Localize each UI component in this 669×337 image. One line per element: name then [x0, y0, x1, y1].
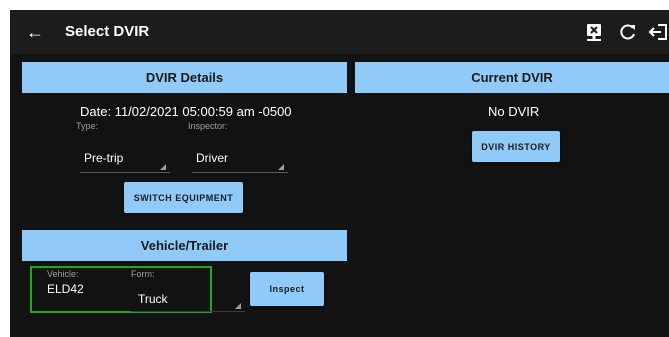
type-dropdown[interactable]: Pre-trip	[80, 147, 170, 173]
dropdown-arrow-icon	[160, 164, 166, 170]
current-dvir-header: Current DVIR	[355, 62, 669, 93]
inspect-button[interactable]: Inspect	[250, 272, 324, 306]
vehicle-label: Vehicle:	[47, 269, 79, 279]
vehicle-value: ELD42	[47, 282, 84, 296]
inspector-dropdown[interactable]: Driver	[192, 147, 288, 173]
dvir-details-header: DVIR Details	[22, 62, 347, 93]
monitor-close-button[interactable]	[583, 21, 605, 43]
type-value: Pre-trip	[84, 151, 124, 165]
refresh-icon	[620, 24, 635, 40]
monitor-close-icon	[587, 24, 601, 41]
inspector-value: Driver	[196, 151, 228, 165]
arrow-left-icon: ←	[26, 22, 44, 42]
form-label: Form:	[131, 269, 155, 279]
logout-icon	[648, 24, 667, 40]
current-dvir-status: No DVIR	[488, 104, 540, 119]
refresh-button[interactable]	[617, 21, 639, 43]
dvir-date: Date: 11/02/2021 05:00:59 am -0500	[80, 104, 292, 119]
form-dropdown[interactable]: Truck	[131, 286, 245, 312]
dropdown-arrow-icon	[235, 303, 241, 309]
dropdown-arrow-icon	[278, 164, 284, 170]
page-title: Select DVIR	[65, 23, 150, 40]
form-value: Truck	[138, 292, 168, 306]
inspector-label: Inspector:	[188, 121, 228, 131]
switch-equipment-button[interactable]: SWITCH EQUIPMENT	[124, 182, 243, 213]
type-label: Type:	[76, 121, 99, 131]
dvir-history-button[interactable]: DVIR HISTORY	[472, 131, 560, 162]
logout-button[interactable]	[648, 21, 669, 43]
back-button[interactable]: ←	[24, 21, 46, 43]
vehicle-trailer-header: Vehicle/Trailer	[22, 230, 347, 261]
app-screen: ← Select DVIR DVIR Details Date: 11/02/2…	[10, 10, 669, 337]
app-bar: ← Select DVIR	[10, 10, 669, 54]
